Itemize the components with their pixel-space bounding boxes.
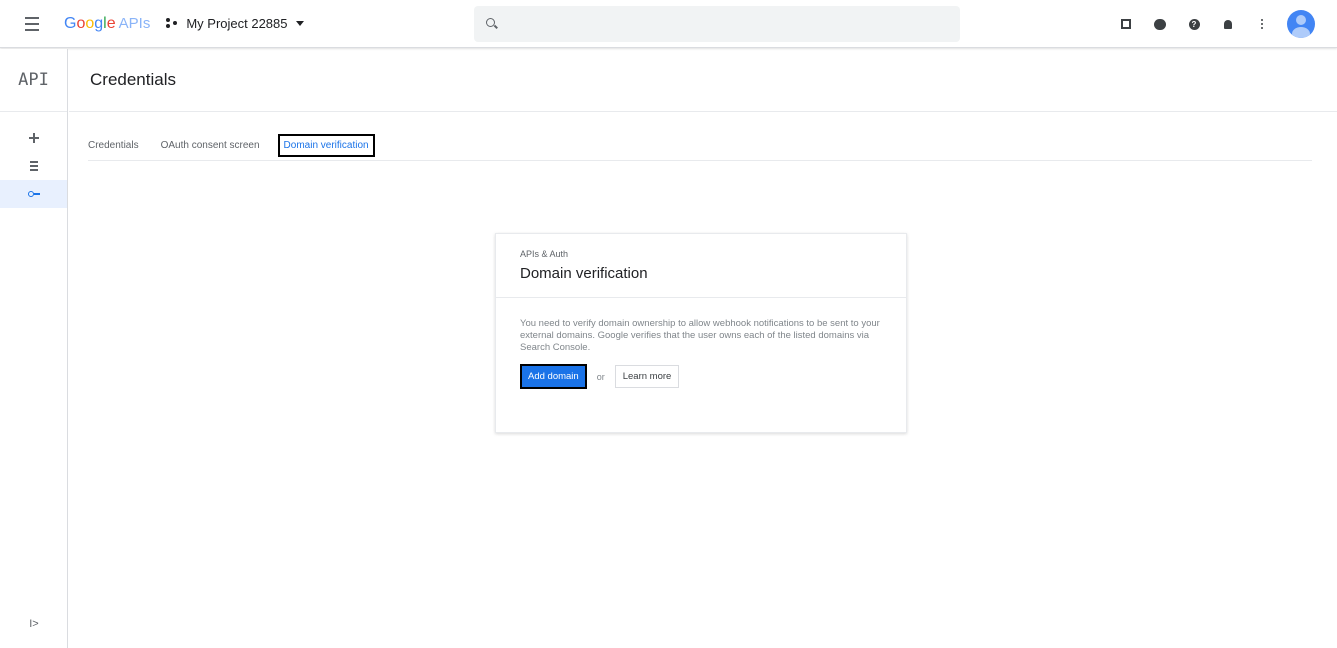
rail-item-dashboard[interactable] bbox=[0, 124, 67, 152]
avatar[interactable] bbox=[1287, 10, 1315, 38]
tab-domain-verification[interactable]: Domain verification bbox=[277, 134, 375, 157]
learn-more-button[interactable]: Learn more bbox=[614, 365, 680, 388]
key-icon bbox=[27, 191, 40, 197]
rail-item-library[interactable] bbox=[0, 152, 67, 180]
or-separator: or bbox=[596, 371, 605, 382]
card-header: APIs & Auth Domain verification bbox=[496, 234, 906, 298]
project-selector[interactable]: My Project 22885 bbox=[166, 16, 304, 31]
card-eyebrow: APIs & Auth bbox=[520, 249, 569, 259]
add-domain-button[interactable]: Add domain bbox=[520, 364, 587, 389]
dashboard-icon bbox=[28, 133, 39, 143]
search-icon bbox=[486, 18, 498, 30]
google-apis-logo[interactable]: Google APIs bbox=[64, 15, 150, 33]
gift-icon[interactable] bbox=[1111, 9, 1141, 39]
hamburger-menu-icon[interactable] bbox=[8, 0, 56, 48]
card-body: You need to verify domain ownership to a… bbox=[496, 298, 906, 389]
page-header: Credentials bbox=[69, 49, 1337, 112]
top-actions: ? bbox=[1107, 0, 1315, 48]
card-description: You need to verify domain ownership to a… bbox=[520, 318, 880, 353]
help-icon[interactable]: ? bbox=[1179, 9, 1209, 39]
tab-oauth-consent-screen[interactable]: OAuth consent screen bbox=[161, 136, 260, 155]
search-bar[interactable] bbox=[474, 6, 960, 42]
top-app-bar: Google APIs My Project 22885 ? bbox=[0, 0, 1337, 48]
domain-verification-card: APIs & Auth Domain verification You need… bbox=[495, 233, 907, 433]
project-icon bbox=[166, 17, 180, 30]
tab-bar: Credentials OAuth consent screen Domain … bbox=[88, 131, 1312, 161]
card-title: Domain verification bbox=[520, 265, 648, 282]
search-input[interactable] bbox=[508, 16, 928, 32]
card-actions: Add domain or Learn more bbox=[520, 364, 882, 389]
expand-rail-icon[interactable]: I> bbox=[0, 612, 68, 636]
rail-item-credentials[interactable] bbox=[0, 180, 67, 208]
page-title: Credentials bbox=[90, 70, 176, 89]
notifications-bell-icon[interactable] bbox=[1213, 9, 1243, 39]
tab-credentials[interactable]: Credentials bbox=[88, 136, 139, 155]
chevron-down-icon bbox=[295, 21, 304, 26]
project-name: My Project 22885 bbox=[186, 16, 288, 31]
more-vert-icon[interactable] bbox=[1247, 9, 1277, 39]
library-icon bbox=[29, 161, 38, 171]
support-chat-icon[interactable] bbox=[1145, 9, 1175, 39]
left-nav-rail: API I> bbox=[0, 49, 68, 648]
rail-title: API bbox=[0, 49, 67, 112]
